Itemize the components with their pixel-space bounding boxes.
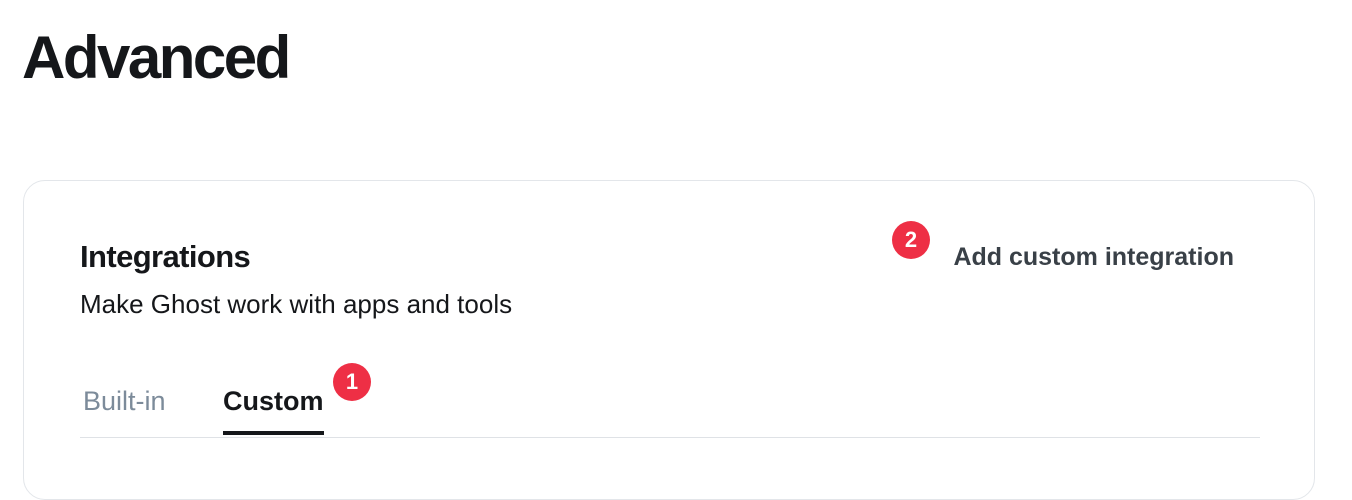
integrations-description: Make Ghost work with apps and tools bbox=[80, 289, 513, 319]
tab-custom[interactable]: Custom bbox=[223, 381, 324, 435]
step-marker-2: 2 bbox=[892, 221, 930, 259]
tab-built-in[interactable]: Built-in bbox=[83, 381, 166, 421]
page-title: Advanced bbox=[22, 24, 291, 91]
step-marker-1: 1 bbox=[333, 363, 371, 401]
integrations-tabs: Built-in Custom bbox=[80, 377, 1260, 438]
integrations-card: Integrations Make Ghost work with apps a… bbox=[23, 180, 1315, 500]
add-custom-integration-button[interactable]: Add custom integration bbox=[953, 239, 1234, 275]
integrations-title: Integrations bbox=[80, 239, 251, 274]
